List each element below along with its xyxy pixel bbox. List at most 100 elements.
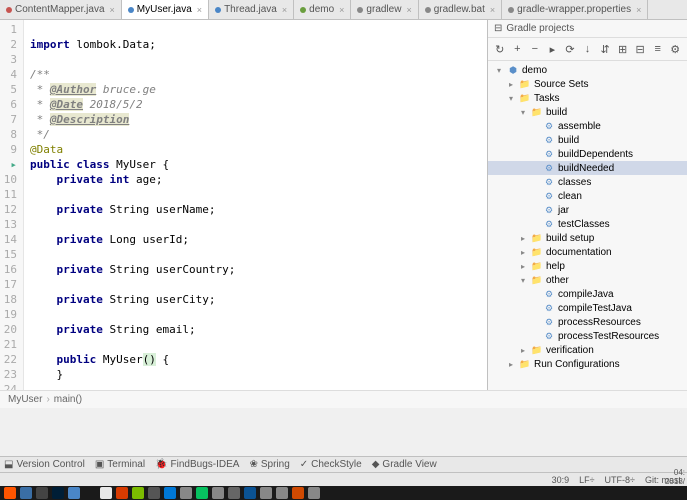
toolbar-button[interactable]: ⟳ [562, 41, 578, 57]
editor-tab[interactable]: gradlew× [351, 0, 418, 19]
tree-item[interactable]: ⚙buildDependents [488, 147, 687, 161]
tree-arrow-icon[interactable]: ▸ [518, 346, 528, 355]
tree-item[interactable]: ⚙classes [488, 175, 687, 189]
tree-node-icon: 📁 [531, 232, 543, 244]
close-icon[interactable]: × [406, 5, 411, 15]
tool-window-tab[interactable]: ◆Gradle View [372, 459, 437, 470]
tree-node-icon: 📁 [531, 344, 543, 356]
tree-label: verification [546, 345, 594, 356]
editor-tab[interactable]: gradle-wrapper.properties× [502, 0, 648, 19]
tree-item[interactable]: ⚙buildNeeded [488, 161, 687, 175]
toolbar-button[interactable]: ▸ [545, 41, 561, 57]
tree-item[interactable]: ⚙compileTestJava [488, 301, 687, 315]
toolbar-button[interactable]: ⊞ [615, 41, 631, 57]
tree-item[interactable]: ⚙compileJava [488, 287, 687, 301]
taskbar-app-icon[interactable] [164, 487, 176, 499]
close-icon[interactable]: × [636, 5, 641, 15]
close-icon[interactable]: × [339, 5, 344, 15]
taskbar-app-icon[interactable] [260, 487, 272, 499]
tree-item[interactable]: ▾📁other [488, 273, 687, 287]
tree-arrow-icon[interactable]: ▾ [518, 276, 528, 285]
editor-tab[interactable]: demo × [294, 0, 351, 19]
taskbar-app-icon[interactable] [292, 487, 304, 499]
code-area[interactable]: import lombok.Data; /** * @Author bruce.… [24, 20, 487, 390]
file-encoding[interactable]: UTF-8÷ [605, 475, 635, 485]
tool-icon: ❀ [249, 459, 257, 470]
editor-tab[interactable]: ContentMapper.java× [0, 0, 122, 19]
tree-label: jar [558, 205, 569, 216]
tree-item[interactable]: ⚙clean [488, 189, 687, 203]
close-icon[interactable]: × [282, 5, 287, 15]
taskbar-app-icon[interactable] [4, 487, 16, 499]
taskbar-app-icon[interactable] [116, 487, 128, 499]
tool-window-tab[interactable]: ⬓Version Control [4, 459, 85, 470]
code-editor[interactable]: 123456789▸ 10111213141516171819202122232… [0, 20, 487, 390]
taskbar-app-icon[interactable] [148, 487, 160, 499]
taskbar-app-icon[interactable] [52, 487, 64, 499]
taskbar-app-icon[interactable] [68, 487, 80, 499]
toolbar-button[interactable]: − [527, 41, 543, 57]
toolbar-button[interactable]: ≡ [650, 41, 666, 57]
tree-label: compileJava [558, 289, 614, 300]
tool-window-tab[interactable]: ▣Terminal [95, 459, 145, 470]
breadcrumb[interactable]: MyUser›main() [0, 390, 687, 408]
taskbar-app-icon[interactable] [228, 487, 240, 499]
tree-item[interactable]: ▸📁build setup [488, 231, 687, 245]
taskbar-app-icon[interactable] [244, 487, 256, 499]
tree-item[interactable]: ⚙jar [488, 203, 687, 217]
tree-item[interactable]: ▾📁Tasks [488, 91, 687, 105]
tool-window-tab[interactable]: 🐞FindBugs-IDEA [155, 459, 239, 470]
editor-tab[interactable]: gradlew.bat× [419, 0, 502, 19]
editor-tab[interactable]: Thread.java × [209, 0, 294, 19]
tree-item[interactable]: ⚙testClasses [488, 217, 687, 231]
toolbar-button[interactable]: ↓ [580, 41, 596, 57]
tree-arrow-icon[interactable]: ▸ [518, 248, 528, 257]
tree-arrow-icon[interactable]: ▾ [494, 66, 504, 75]
tab-label: Thread.java [224, 4, 277, 15]
tree-arrow-icon[interactable]: ▾ [506, 94, 516, 103]
tree-item[interactable]: ▸📁Source Sets [488, 77, 687, 91]
taskbar-app-icon[interactable] [308, 487, 320, 499]
toolbar-button[interactable]: ⇵ [597, 41, 613, 57]
close-icon[interactable]: × [490, 5, 495, 15]
file-type-icon [128, 7, 134, 13]
line-separator[interactable]: LF÷ [579, 475, 594, 485]
toolbar-button[interactable]: ⚙ [667, 41, 683, 57]
taskbar-app-icon[interactable] [180, 487, 192, 499]
tree-arrow-icon[interactable]: ▸ [506, 360, 516, 369]
taskbar-app-icon[interactable] [36, 487, 48, 499]
tree-item[interactable]: ⚙processResources [488, 315, 687, 329]
tree-item[interactable]: ▸📁help [488, 259, 687, 273]
tree-item[interactable]: ▸📁Run Configurations [488, 357, 687, 371]
tree-arrow-icon[interactable]: ▸ [518, 234, 528, 243]
tree-label: build [558, 135, 579, 146]
close-icon[interactable]: × [110, 5, 115, 15]
tree-item[interactable]: ▸📁documentation [488, 245, 687, 259]
tree-item[interactable]: ▾⬢demo [488, 63, 687, 77]
taskbar-app-icon[interactable] [132, 487, 144, 499]
tool-window-tab[interactable]: ❀Spring [249, 459, 289, 470]
taskbar-app-icon[interactable] [84, 487, 96, 499]
toolbar-button[interactable]: ⊟ [632, 41, 648, 57]
tree-node-icon: 📁 [519, 358, 531, 370]
tool-window-tab[interactable]: ✓CheckStyle [300, 459, 362, 470]
toolbar-button[interactable]: ↻ [492, 41, 508, 57]
taskbar-app-icon[interactable] [276, 487, 288, 499]
taskbar-app-icon[interactable] [100, 487, 112, 499]
close-icon[interactable]: × [197, 5, 202, 15]
tree-arrow-icon[interactable]: ▾ [518, 108, 528, 117]
taskbar-app-icon[interactable] [212, 487, 224, 499]
tree-item[interactable]: ⚙processTestResources [488, 329, 687, 343]
tree-item[interactable]: ⚙build [488, 133, 687, 147]
tree-arrow-icon[interactable]: ▸ [506, 80, 516, 89]
tab-label: demo [309, 4, 334, 15]
tree-arrow-icon[interactable]: ▸ [518, 262, 528, 271]
editor-tab[interactable]: MyUser.java× [122, 0, 209, 19]
tree-item[interactable]: ▸📁verification [488, 343, 687, 357]
system-clock: 04:2018/ [663, 468, 687, 486]
tree-item[interactable]: ⚙assemble [488, 119, 687, 133]
tree-item[interactable]: ▾📁build [488, 105, 687, 119]
toolbar-button[interactable]: + [510, 41, 526, 57]
taskbar-app-icon[interactable] [20, 487, 32, 499]
taskbar-app-icon[interactable] [196, 487, 208, 499]
